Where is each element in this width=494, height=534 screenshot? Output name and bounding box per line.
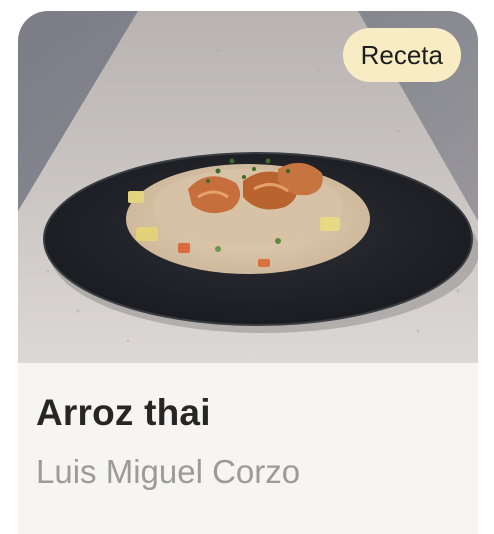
recipe-title[interactable]: Arroz thai xyxy=(36,392,211,434)
recipe-card[interactable]: Receta Arroz thai Luis Miguel Corzo xyxy=(18,11,478,534)
recipe-photo: Receta xyxy=(18,11,478,363)
recipe-type-badge: Receta xyxy=(342,28,461,82)
recipe-author[interactable]: Luis Miguel Corzo xyxy=(36,453,300,491)
